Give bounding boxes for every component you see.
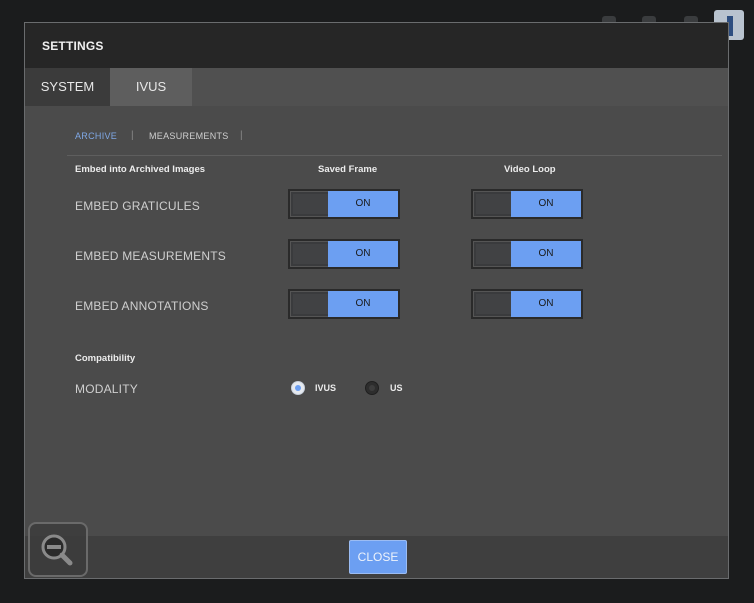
- toggle-knob: [293, 194, 329, 214]
- toggle-annotations-saved-frame[interactable]: ON: [288, 289, 400, 319]
- toggle-knob: [293, 244, 329, 264]
- toggle-knob: [293, 294, 329, 314]
- toggle-state: ON: [328, 241, 398, 267]
- row-label-modality: MODALITY: [75, 382, 138, 396]
- section-title-compatibility: Compatibility: [75, 353, 136, 364]
- row-label-embed-graticules: EMBED GRATICULES: [75, 199, 200, 213]
- dialog-title-bar: SETTINGS: [25, 23, 728, 69]
- section-title-embed: Embed into Archived Images: [75, 164, 206, 175]
- toggle-measurements-video-loop[interactable]: ON: [471, 239, 583, 269]
- tab-system[interactable]: SYSTEM: [25, 68, 110, 106]
- column-header-saved-frame: Saved Frame: [318, 164, 378, 175]
- close-button[interactable]: CLOSE: [349, 540, 407, 574]
- subtab-separator: |: [240, 130, 243, 141]
- toggle-state: ON: [328, 291, 398, 317]
- row-label-embed-annotations: EMBED ANNOTATIONS: [75, 299, 209, 313]
- settings-dialog: SETTINGS SYSTEM IVUS ARCHIVE | MEASUREME…: [24, 22, 729, 579]
- radio-us[interactable]: [365, 381, 379, 395]
- subtab-archive[interactable]: ARCHIVE: [75, 131, 117, 141]
- tab-bar: SYSTEM IVUS: [25, 68, 728, 106]
- column-header-video-loop: Video Loop: [504, 164, 556, 175]
- zoom-out-icon: [41, 534, 73, 566]
- divider: [67, 155, 722, 156]
- subtab-measurements[interactable]: MEASUREMENTS: [149, 131, 229, 141]
- radio-ivus[interactable]: [291, 381, 305, 395]
- subtab-separator: |: [131, 130, 134, 141]
- dialog-title: SETTINGS: [42, 39, 104, 53]
- dialog-footer: CLOSE: [25, 536, 728, 578]
- radio-label-us: US: [390, 383, 403, 393]
- row-label-embed-measurements: EMBED MEASUREMENTS: [75, 249, 226, 263]
- toggle-measurements-saved-frame[interactable]: ON: [288, 239, 400, 269]
- toggle-knob: [476, 244, 512, 264]
- toggle-graticules-video-loop[interactable]: ON: [471, 189, 583, 219]
- radio-label-ivus: IVUS: [315, 383, 337, 393]
- toggle-state: ON: [328, 191, 398, 217]
- zoom-out-button[interactable]: [28, 522, 88, 577]
- toggle-state: ON: [511, 291, 581, 317]
- toggle-state: ON: [511, 191, 581, 217]
- toggle-graticules-saved-frame[interactable]: ON: [288, 189, 400, 219]
- settings-content: ARCHIVE | MEASUREMENTS | Embed into Arch…: [25, 106, 728, 536]
- toggle-knob: [476, 294, 512, 314]
- toggle-knob: [476, 194, 512, 214]
- toggle-annotations-video-loop[interactable]: ON: [471, 289, 583, 319]
- toggle-state: ON: [511, 241, 581, 267]
- tab-ivus[interactable]: IVUS: [110, 68, 192, 106]
